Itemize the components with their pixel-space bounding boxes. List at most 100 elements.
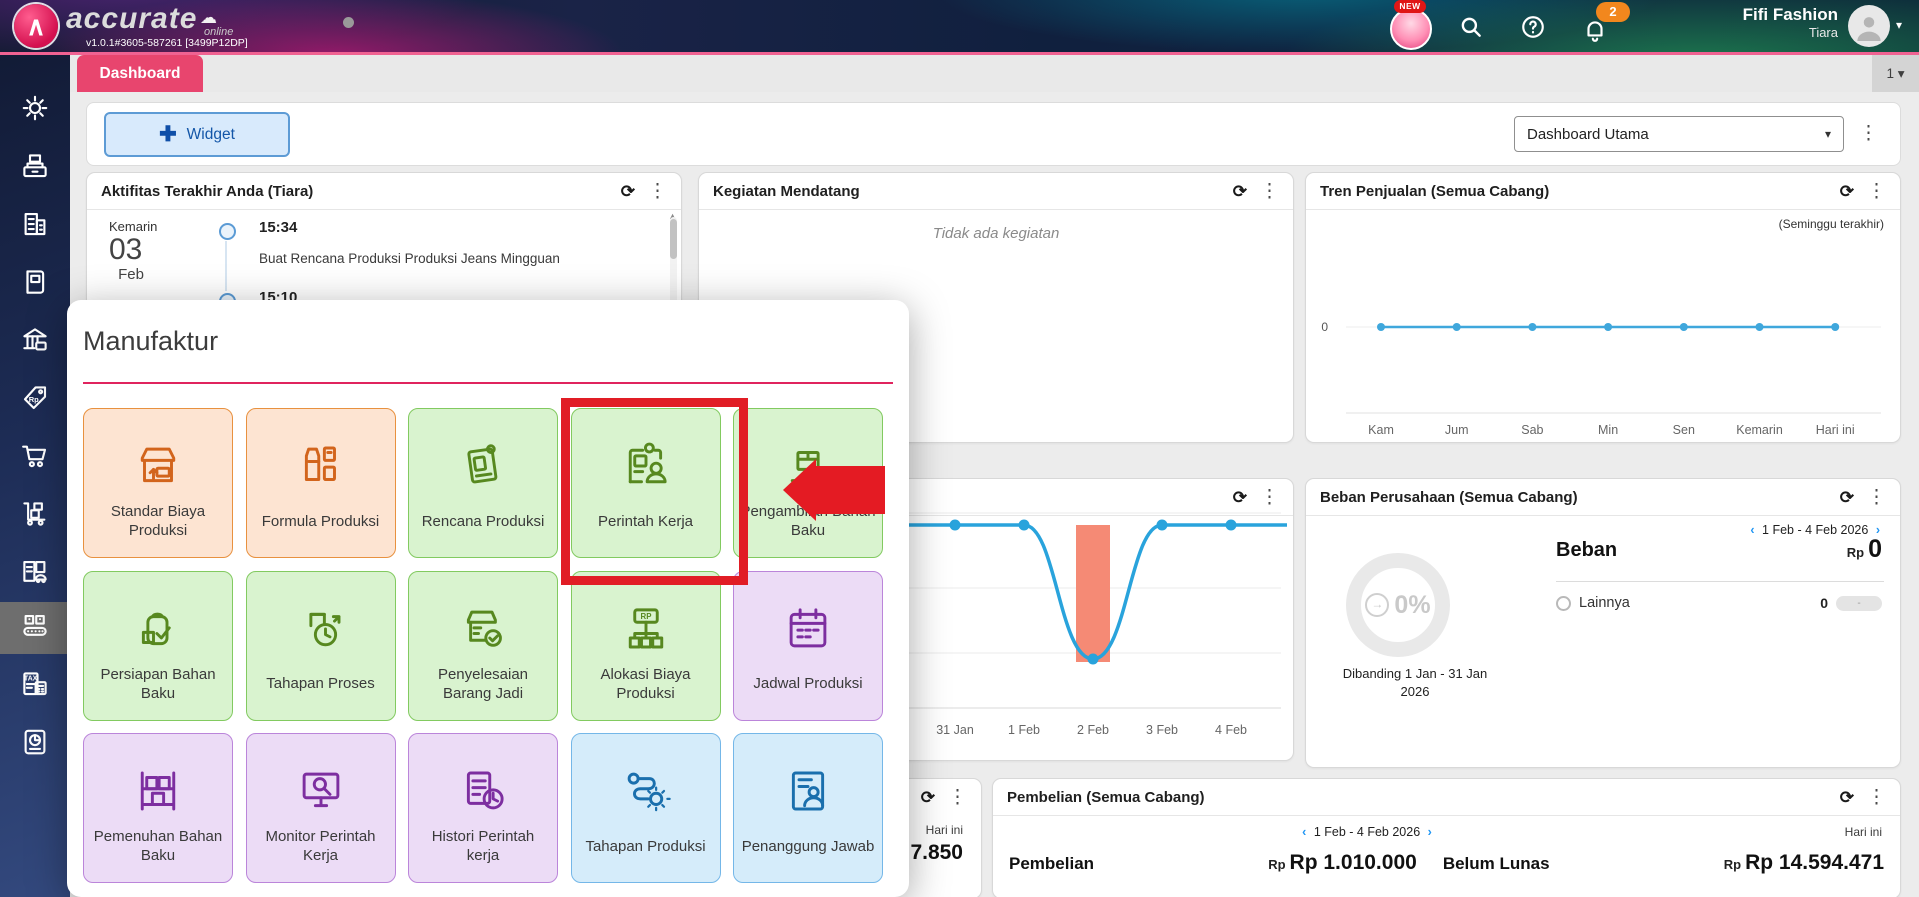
widget-title: Kegiatan Mendatang	[713, 183, 860, 200]
belum-lunas-value: RpRp 14.594.471	[1724, 851, 1884, 875]
tile-formula-produksi[interactable]: Formula Produksi	[246, 408, 396, 558]
donut-percent: 0%	[1394, 591, 1430, 620]
kebab-icon[interactable]: ⋮	[648, 182, 667, 201]
refresh-icon[interactable]: ⟳	[921, 789, 935, 806]
tile-monitor-perintah-kerja[interactable]: Monitor Perintah Kerja	[246, 733, 396, 883]
pointer-arrow-icon	[815, 466, 885, 514]
sidebar-item-manufacture[interactable]	[0, 602, 70, 654]
tile-alokasi-biaya-produksi[interactable]: RP Alokasi Biaya Produksi	[571, 571, 721, 721]
x-tick-label: Jum	[1445, 423, 1469, 437]
refresh-icon[interactable]: ⟳	[1840, 789, 1854, 806]
add-widget-button[interactable]: ✚ Widget	[104, 112, 290, 157]
tile-tahapan-proses[interactable]: Tahapan Proses	[246, 571, 396, 721]
tile-persiapan-bahan-baku[interactable]: Persiapan Bahan Baku	[83, 571, 233, 721]
x-tick-label: 3 Feb	[1146, 723, 1178, 737]
date-range-nav: ‹ 1 Feb - 4 Feb 2026 ›	[1267, 825, 1467, 839]
sidebar-item-purchase-cart[interactable]	[0, 432, 70, 484]
tile-label: Histori Perintah kerja	[409, 818, 557, 882]
account-chevron-icon[interactable]: ▾	[1896, 18, 1902, 32]
kebab-icon[interactable]: ⋮	[1867, 788, 1886, 807]
pembelian-values-row: Pembelian RpRp 1.010.000 Belum Lunas RpR…	[1009, 851, 1884, 875]
company-icon	[20, 209, 50, 244]
beban-row-lainnya[interactable]: Lainnya	[1556, 595, 1630, 611]
svg-text:0: 0	[1321, 320, 1328, 334]
sidebar-item-fixed-asset[interactable]	[0, 548, 70, 600]
tile-label: Tahapan Proses	[260, 656, 380, 720]
prev-range-icon[interactable]: ‹	[1298, 825, 1310, 839]
sidebar-item-tax[interactable]: TAX	[0, 660, 70, 712]
kebab-icon[interactable]: ⋮	[1260, 182, 1279, 201]
purchase-cart-icon	[20, 441, 50, 476]
sidebar-item-bank[interactable]	[0, 316, 70, 368]
sidebar-item-report[interactable]	[0, 718, 70, 770]
kebab-icon[interactable]: ⋮	[948, 788, 967, 807]
partial-value: 7.850	[910, 841, 963, 865]
widget-tren-penjualan: Tren Penjualan (Semua Cabang) ⟳ ⋮ (Semin…	[1305, 172, 1901, 443]
avatar[interactable]	[1848, 5, 1890, 47]
x-tick-label: Kemarin	[1736, 423, 1783, 437]
sidebar-item-ledger-book[interactable]	[0, 258, 70, 310]
report-icon	[20, 727, 50, 762]
tile-penyelesaian-barang-jadi[interactable]: Penyelesaian Barang Jadi	[408, 571, 558, 721]
kebab-icon[interactable]: ⋮	[1867, 488, 1886, 507]
svg-text:RP: RP	[640, 611, 651, 620]
pembelian-label: Pembelian	[1009, 854, 1094, 874]
next-range-icon[interactable]: ›	[1424, 825, 1436, 839]
accurate-logo-icon[interactable]: ∧	[14, 4, 58, 48]
widget-beban: Beban Perusahaan (Semua Cabang) ⟳ ⋮ ‹ 1 …	[1305, 478, 1901, 768]
scrollbar-thumb[interactable]	[670, 219, 677, 259]
help-icon[interactable]	[1520, 14, 1546, 40]
timeline-line	[225, 241, 227, 291]
widget-title: Beban Perusahaan (Semua Cabang)	[1320, 489, 1578, 506]
refresh-icon[interactable]: ⟳	[1840, 489, 1854, 506]
tile-label: Monitor Perintah Kerja	[247, 818, 395, 882]
tile-standar-biaya-produksi[interactable]: Standar Biaya Produksi	[83, 408, 233, 558]
x-tick-label: Hari ini	[1816, 423, 1855, 437]
refresh-icon[interactable]: ⟳	[1233, 183, 1247, 200]
tile-pemenuhan-bahan-baku[interactable]: Pemenuhan Bahan Baku	[83, 733, 233, 883]
work-order-icon	[619, 409, 673, 493]
x-tick-label: 2 Feb	[1077, 723, 1109, 737]
toolbar-kebab-icon[interactable]: ⋮	[1859, 124, 1878, 143]
bank-icon	[20, 325, 50, 360]
plus-icon: ✚	[159, 124, 177, 145]
widget-pembelian: Pembelian (Semua Cabang) ⟳ ⋮ ‹ 1 Feb - 4…	[992, 778, 1901, 897]
sidebar-item-settings[interactable]	[0, 84, 70, 136]
whats-new-mascot-icon[interactable]	[1390, 8, 1432, 50]
timeline-dot	[219, 223, 236, 240]
x-tick-label: 4 Feb	[1215, 723, 1247, 737]
activity-time: 15:34	[259, 219, 297, 236]
dashboard-select[interactable]: Dashboard Utama ▾	[1514, 116, 1844, 152]
legend-ring-icon	[1556, 596, 1571, 611]
svg-text:TAX: TAX	[24, 675, 38, 682]
tile-rencana-produksi[interactable]: Rencana Produksi	[408, 408, 558, 558]
tile-perintah-kerja[interactable]: Perintah Kerja	[571, 408, 721, 558]
tile-penanggung-jawab[interactable]: Penanggung Jawab	[733, 733, 883, 883]
refresh-icon[interactable]: ⟳	[621, 183, 635, 200]
tax-icon: TAX	[20, 669, 50, 704]
search-icon[interactable]	[1458, 14, 1484, 40]
plan-notes-icon	[456, 409, 510, 493]
sidebar-item-inventory-trolley[interactable]	[0, 490, 70, 542]
tile-jadwal-produksi[interactable]: Jadwal Produksi	[733, 571, 883, 721]
divider	[1556, 581, 1884, 582]
widget-title: Aktifitas Terakhir Anda (Tiara)	[101, 183, 313, 200]
sidebar-item-company[interactable]	[0, 200, 70, 252]
sidebar-item-cash-register[interactable]	[0, 142, 70, 194]
decorative-dot	[343, 17, 354, 28]
user-block[interactable]: Fifi Fashion Tiara	[1650, 5, 1838, 41]
tile-label: Penanggung Jawab	[736, 818, 881, 882]
tile-label: Formula Produksi	[256, 493, 386, 557]
activity-text[interactable]: Buat Rencana Produksi Produksi Jeans Min…	[259, 251, 560, 266]
sidebar-item-price-tag[interactable]: Rp	[0, 374, 70, 426]
company-name: Fifi Fashion	[1650, 5, 1838, 25]
tile-label: Pemenuhan Bahan Baku	[84, 818, 232, 882]
prev-range-icon[interactable]: ‹	[1746, 523, 1758, 537]
manufaktur-dialog: Manufaktur Standar Biaya Produksi Formul…	[67, 300, 909, 897]
dashboard-toolbar: ✚ Widget Dashboard Utama ▾ ⋮	[86, 102, 1901, 166]
tile-tahapan-produksi[interactable]: Tahapan Produksi	[571, 733, 721, 883]
tab-counter-dropdown[interactable]: 1 ▾	[1872, 55, 1919, 92]
tile-histori-perintah-kerja[interactable]: Histori Perintah kerja	[408, 733, 558, 883]
tab-dashboard[interactable]: Dashboard	[77, 55, 203, 92]
tile-label: Rencana Produksi	[416, 493, 551, 557]
